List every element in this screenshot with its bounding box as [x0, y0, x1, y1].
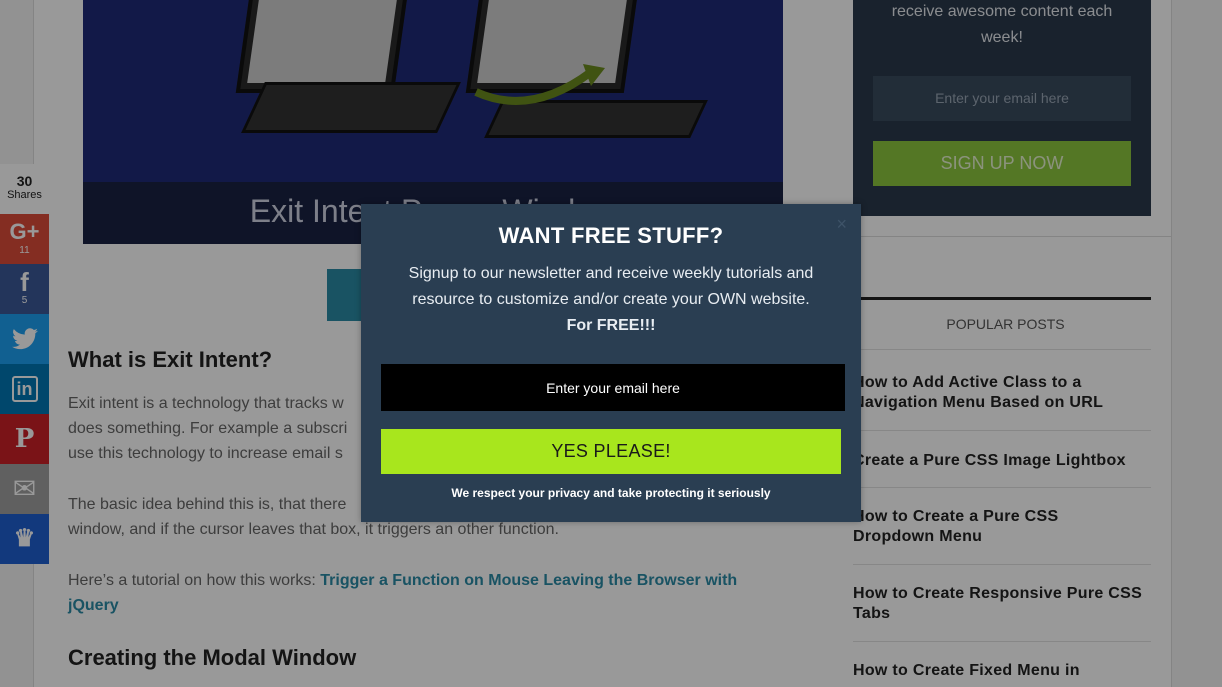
modal-body: Signup to our newsletter and receive wee…: [361, 261, 861, 339]
yes-please-button[interactable]: YES PLEASE!: [381, 429, 841, 474]
modal-body-line1: Signup to our newsletter and receive wee…: [408, 265, 814, 282]
modal-body-line2: resource to customize and/or create your…: [412, 291, 810, 308]
modal-body-free: For FREE!!!: [566, 317, 656, 334]
modal-title: WANT FREE STUFF?: [498, 223, 724, 248]
exit-intent-modal: × WANT FREE STUFF? Signup to our newslet…: [361, 204, 861, 522]
modal-email-input[interactable]: [381, 364, 845, 411]
privacy-note: We respect your privacy and take protect…: [451, 486, 771, 500]
